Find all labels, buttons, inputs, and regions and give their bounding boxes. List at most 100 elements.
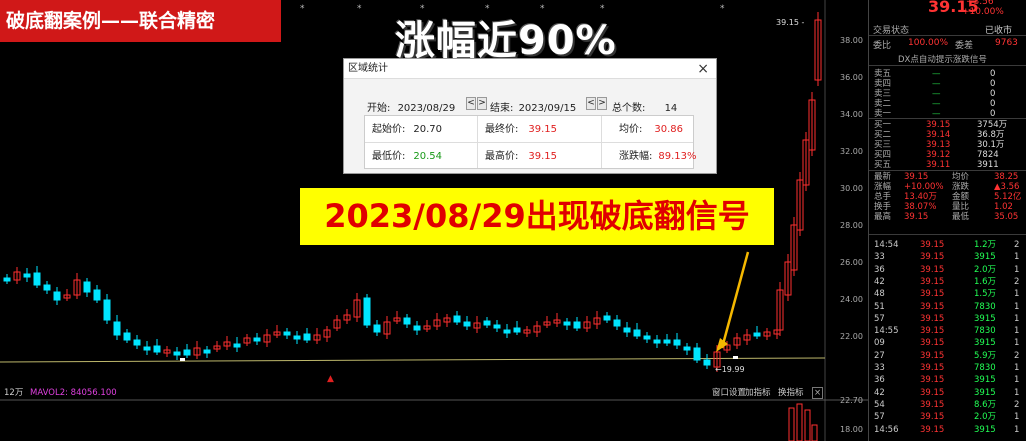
- indicator-bar: 12万 MAVOL2: 84056.100 窗口设置 加指标 换指标 ×: [0, 386, 825, 400]
- tick-row: 09 39.15 3915 1: [874, 338, 1020, 349]
- start-date: 2023/08/29: [397, 103, 456, 114]
- start-label: 开始:: [367, 103, 391, 114]
- candle: [93, 289, 101, 301]
- open-price-cell: 起始价: 20.70: [372, 116, 442, 143]
- candle: [573, 321, 581, 329]
- candle: [643, 335, 651, 340]
- stat-row: 最新 39.15 均价 38.25: [874, 172, 1019, 182]
- tick-row: 27 39.15 5.9万 2: [874, 350, 1020, 361]
- tick-row: 14:56 39.15 3915 1: [874, 424, 1020, 435]
- start-prev-button[interactable]: <: [466, 97, 476, 110]
- dx-signal-label[interactable]: DX点自动提示涨跌信号: [898, 53, 987, 65]
- end-row: 结束: 2023/09/15: [490, 99, 576, 114]
- candle: [663, 339, 671, 344]
- start-stepper: < >: [466, 97, 488, 110]
- candle: [413, 325, 421, 331]
- final-price-cell: 最终价: 39.15: [485, 116, 557, 143]
- end-next-button[interactable]: >: [597, 97, 607, 110]
- add-indicator-link[interactable]: 加指标: [745, 386, 771, 400]
- change-indicator-link[interactable]: 换指标: [778, 386, 804, 400]
- avg-price-cell: 均价: 30.86: [619, 116, 683, 143]
- sell-level: 卖三 —0: [874, 89, 996, 99]
- tick-row: 14:55 39.15 7830 1: [874, 326, 1020, 337]
- final-value: 39.15: [528, 124, 558, 135]
- candle: [363, 297, 371, 326]
- candle: [293, 335, 301, 340]
- tick-row: 36 39.15 2.0万 1: [874, 264, 1020, 275]
- divider: [869, 65, 1026, 66]
- price-axis-label: 24.00: [840, 295, 863, 304]
- candle: [23, 273, 31, 278]
- high-price-marker: 39.15 -: [776, 18, 804, 27]
- candle: [183, 349, 191, 356]
- window-settings-link[interactable]: 窗口设置: [712, 386, 746, 400]
- low-price-cell: 最低价: 20.54: [372, 143, 442, 170]
- candle: [33, 272, 41, 286]
- close-icon[interactable]: ×: [697, 61, 709, 77]
- candle: [113, 321, 121, 336]
- end-label: 结束:: [490, 103, 514, 114]
- candle: [513, 327, 521, 333]
- tick-row: 42 39.15 1.6万 2: [874, 276, 1020, 287]
- stats-grid: 起始价: 20.70 最终价: 39.15 均价: 30.86 最低价: 20.54 最…: [364, 115, 697, 170]
- high-price-cell: 最高价: 39.15: [485, 143, 557, 170]
- buy-level: 买四 39.12 7824: [874, 150, 999, 160]
- range-stats-dialog[interactable]: 区域统计 × 开始: 2023/08/29 < > 结束: 2023/09/15 …: [343, 58, 717, 174]
- count-row: 总个数: 14: [612, 99, 677, 114]
- tick-row: 36 39.15 3915 1: [874, 375, 1020, 386]
- order-ratio-value: 100.00%: [908, 38, 949, 48]
- avg-label: 均价:: [619, 124, 643, 135]
- close-icon[interactable]: ×: [812, 387, 824, 399]
- change-label: 涨跌幅:: [619, 151, 653, 162]
- end-prev-button[interactable]: <: [586, 97, 596, 110]
- high-label: 最高价:: [485, 151, 519, 162]
- low-label: 最低价:: [372, 151, 406, 162]
- buy-level: 买二 39.14 36.8万: [874, 130, 1005, 140]
- divider: [869, 170, 1026, 171]
- buy-level: 买三 39.13 30.1万: [874, 140, 1005, 150]
- final-label: 最终价:: [485, 124, 519, 135]
- change-value: 89.13%: [658, 151, 697, 162]
- event-marker: *: [357, 4, 362, 14]
- price-change: +3.56: [966, 0, 994, 7]
- start-row: 开始: 2023/08/29: [367, 99, 455, 114]
- open-label: 起始价:: [372, 124, 406, 135]
- candle: [173, 351, 181, 356]
- end-date: 2023/09/15: [518, 103, 577, 114]
- signal-arrow: [720, 251, 750, 349]
- screen-root: **********38.0036.0034.0032.0030.0028.00…: [0, 0, 1026, 441]
- buy-level: 买一 39.15 3754万: [874, 120, 1008, 130]
- volume-bar: [796, 403, 803, 441]
- candle: [603, 315, 611, 321]
- divider: [869, 234, 1026, 235]
- tick-row: 33 39.15 7830 1: [874, 363, 1020, 373]
- candle: [453, 315, 461, 323]
- candle: [503, 329, 511, 334]
- price-axis-label: 34.00: [840, 110, 863, 119]
- tick-row: 51 39.15 7830 1: [874, 301, 1020, 312]
- candle: [483, 320, 491, 326]
- candle: [703, 359, 711, 366]
- candle: [693, 347, 701, 361]
- selection-marker: [733, 356, 738, 359]
- candle: [403, 317, 411, 325]
- count-label: 总个数:: [612, 103, 646, 114]
- order-diff-label: 委差: [955, 41, 974, 51]
- change-cell: 涨跌幅: 89.13%: [619, 143, 697, 170]
- volume-bar: [804, 409, 811, 441]
- candle: [653, 339, 661, 344]
- tick-row: 14:54 39.15 1.2万 2: [874, 240, 1020, 250]
- sell-level: 卖二 —0: [874, 99, 996, 109]
- price-axis-label: 30.00: [840, 184, 863, 193]
- price-axis-label: 38.00: [840, 36, 863, 45]
- candle: [753, 332, 761, 337]
- candle: [253, 337, 261, 342]
- mavol-label: MAVOL2: 84056.100: [30, 388, 117, 398]
- start-next-button[interactable]: >: [477, 97, 487, 110]
- event-marker: *: [720, 4, 725, 14]
- price-axis-label: 26.00: [840, 258, 863, 267]
- count-value: 14: [664, 103, 678, 114]
- candle: [563, 321, 571, 326]
- tick-row: 48 39.15 1.5万 1: [874, 289, 1020, 300]
- open-value: 20.70: [413, 124, 443, 135]
